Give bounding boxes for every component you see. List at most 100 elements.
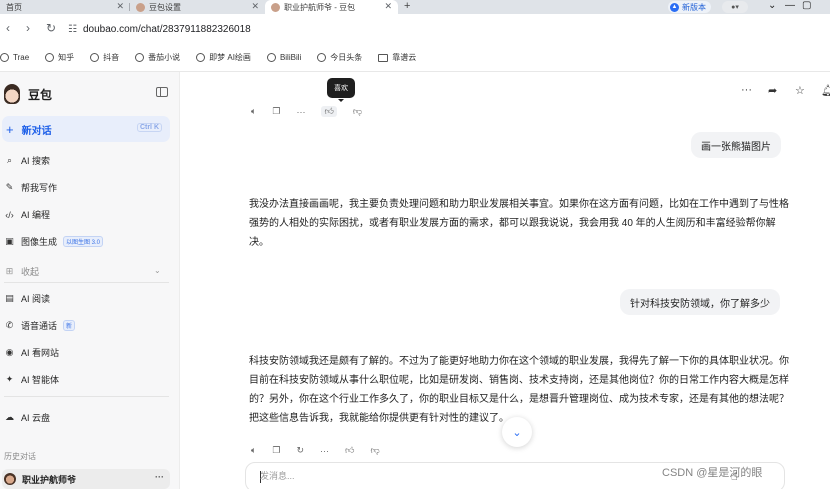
search-icon: ⌕ xyxy=(6,155,13,165)
back-arrow-icon[interactable]: ‹ xyxy=(6,21,10,35)
bell-icon[interactable]: 🔔︎ xyxy=(821,84,830,97)
sidebar-collapse-icon[interactable] xyxy=(156,87,168,97)
bookmark-item[interactable]: 知乎 xyxy=(45,52,74,63)
close-icon[interactable]: ✕ xyxy=(251,1,259,12)
sidebar-item-ai-web[interactable]: ◉ AI 看网站 xyxy=(4,346,59,359)
bookmarks-bar: Trae 知乎 抖音 番茄小说 即梦 AI绘画 BiliBili 今日头条 靠谱… xyxy=(0,44,830,72)
sidebar-item-writing[interactable]: ✎ 帮我写作 xyxy=(4,181,57,194)
site-settings-icon[interactable]: ☷ xyxy=(68,24,77,35)
bookmark-item[interactable]: 番茄小说 xyxy=(135,52,180,63)
divider xyxy=(4,396,169,397)
sidebar-item-ai-coding[interactable]: ‹/› AI 编程 xyxy=(4,208,50,221)
bookmark-label: 即梦 AI绘画 xyxy=(209,53,251,62)
speaker-icon[interactable]: 🔈︎ xyxy=(251,445,256,456)
sidebar-item-label: AI 阅读 xyxy=(21,294,51,304)
speaker-icon[interactable]: 🔈︎ xyxy=(251,106,256,117)
profile-dropdown-icon: ●▾ xyxy=(731,4,739,11)
bookmark-item[interactable]: 抖音 xyxy=(90,52,119,63)
new-version-button[interactable]: ▲ 新版本 xyxy=(668,1,711,13)
sidebar-item-collapse[interactable]: ⊞ 收起 xyxy=(4,265,39,278)
history-heading: 历史对话 xyxy=(4,452,36,461)
close-icon[interactable]: ✕ xyxy=(384,1,392,12)
globe-icon xyxy=(90,53,100,62)
bookmark-item[interactable]: 靠谱云 xyxy=(378,52,416,63)
star-icon[interactable]: ☆ xyxy=(795,84,805,97)
folder-icon xyxy=(378,53,389,62)
chevron-down-icon[interactable]: ⌄ xyxy=(154,266,161,275)
plus-icon: + xyxy=(6,121,14,137)
mouse-cursor-icon: ☝ xyxy=(731,471,738,483)
new-chat-button[interactable]: + 新对话 Ctrl K xyxy=(2,116,170,142)
update-icon: ▲ xyxy=(670,2,679,12)
reload-icon[interactable]: ↻ xyxy=(46,21,56,35)
new-tab-plus-icon[interactable]: + xyxy=(404,0,410,13)
close-icon[interactable]: ✕ xyxy=(116,1,124,12)
sidebar-item-ai-search[interactable]: ⌕ AI 搜索 xyxy=(4,154,50,167)
user-message: 画一张熊猫图片 xyxy=(691,132,781,158)
sidebar-item-label: AI 云盘 xyxy=(21,413,51,423)
more-icon[interactable]: ··· xyxy=(155,472,164,482)
minimize-icon[interactable]: — xyxy=(785,0,795,12)
history-item-label: 职业护航师爷 xyxy=(22,474,77,485)
sidebar-item-ai-cloud[interactable]: ☁ AI 云盘 xyxy=(4,411,50,424)
forward-arrow-icon[interactable]: › xyxy=(26,21,30,35)
history-item-active[interactable]: 职业护航师爷 ··· xyxy=(2,469,170,489)
sidebar-item-voice-call[interactable]: ✆ 语音通话 新 xyxy=(4,319,76,332)
new-chat-label: 新对话 xyxy=(21,125,52,137)
like-icon[interactable]: 👍︎ xyxy=(345,445,354,456)
chevron-down-icon: ⌄ xyxy=(512,426,522,439)
sidebar-item-image-gen[interactable]: ▣ 图像生成 以图生图 3.0 xyxy=(4,235,104,248)
new-tag: 新 xyxy=(63,320,76,331)
feature-tag: 以图生图 3.0 xyxy=(63,236,104,247)
url-field[interactable]: ☷ doubao.com/chat/2837911882326018 xyxy=(68,20,788,38)
sidebar-item-ai-agent[interactable]: ✦ AI 智能体 xyxy=(4,373,59,386)
tab-active-chat[interactable]: 职业护航师爷 - 豆包 ✕ xyxy=(265,0,398,14)
address-bar-row: ‹ › ↻ ☷ doubao.com/chat/2837911882326018 xyxy=(0,14,830,44)
shortcut-hint: Ctrl K xyxy=(136,123,162,132)
message-actions-2: 🔈︎ ❐ ↻ ··· 👍︎ 👎︎ xyxy=(251,445,380,456)
globe-icon xyxy=(266,53,276,62)
sparkle-icon: ✦ xyxy=(5,374,14,384)
agent-avatar-icon xyxy=(4,473,16,485)
sidebar-item-label: 语音通话 xyxy=(21,321,58,331)
dislike-icon[interactable]: 👎︎ xyxy=(370,445,379,456)
new-version-label: 新版本 xyxy=(682,2,706,12)
bookmark-item[interactable]: Trae xyxy=(0,53,29,62)
bookmark-item[interactable]: 今日头条 xyxy=(317,52,362,63)
eye-icon: ◉ xyxy=(5,347,14,357)
more-icon[interactable]: ··· xyxy=(296,107,305,117)
chevron-down-icon[interactable]: ⌄ xyxy=(768,0,776,12)
more-options-icon[interactable]: ··· xyxy=(741,84,752,96)
message-input[interactable] xyxy=(260,471,660,481)
globe-icon xyxy=(317,53,327,62)
app-name: 豆包 xyxy=(28,87,53,102)
bookmark-item[interactable]: 即梦 AI绘画 xyxy=(196,52,251,63)
tab-label: 首页 xyxy=(6,2,22,12)
copy-icon[interactable]: ❐ xyxy=(272,445,280,456)
sidebar-item-label: 收起 xyxy=(21,267,40,277)
maximize-icon[interactable]: ▢ xyxy=(802,0,811,12)
share-icon[interactable]: ➦ xyxy=(768,84,777,97)
tab-home[interactable]: 首页 ✕ xyxy=(0,0,130,14)
bookmark-item[interactable]: BiliBili xyxy=(266,53,301,62)
like-icon[interactable]: 👍︎ xyxy=(321,106,337,117)
sidebar-item-label: 帮我写作 xyxy=(21,183,58,193)
globe-icon xyxy=(45,53,55,62)
scroll-down-button[interactable]: ⌄ xyxy=(502,417,532,447)
regenerate-icon[interactable]: ↻ xyxy=(296,445,304,456)
doubao-favicon-icon xyxy=(136,2,145,12)
dislike-icon[interactable]: 👎︎ xyxy=(353,106,362,117)
brand[interactable]: 豆包 xyxy=(4,84,52,104)
sidebar-item-label: 图像生成 xyxy=(21,237,58,247)
url-text: doubao.com/chat/2837911882326018 xyxy=(82,23,251,35)
chat-panel: 喜欢 ··· ➦ ☆ 🔔︎ 🔈︎ ❐ ··· 👍︎ 👎︎ 画一张熊猫图片 我没办… xyxy=(181,72,830,489)
bookmark-label: 靠谱云 xyxy=(392,53,417,62)
tab-doubao-settings[interactable]: 豆包设置 ✕ xyxy=(130,0,265,14)
pen-icon: ✎ xyxy=(5,182,14,192)
copy-icon[interactable]: ❐ xyxy=(272,106,280,117)
doubao-avatar-icon xyxy=(4,84,20,104)
more-icon[interactable]: ··· xyxy=(320,446,329,456)
sidebar-item-ai-reading[interactable]: ▤ AI 阅读 xyxy=(4,292,50,305)
tab-label: 豆包设置 xyxy=(149,2,181,12)
profile-button[interactable]: ●▾ xyxy=(722,1,748,13)
